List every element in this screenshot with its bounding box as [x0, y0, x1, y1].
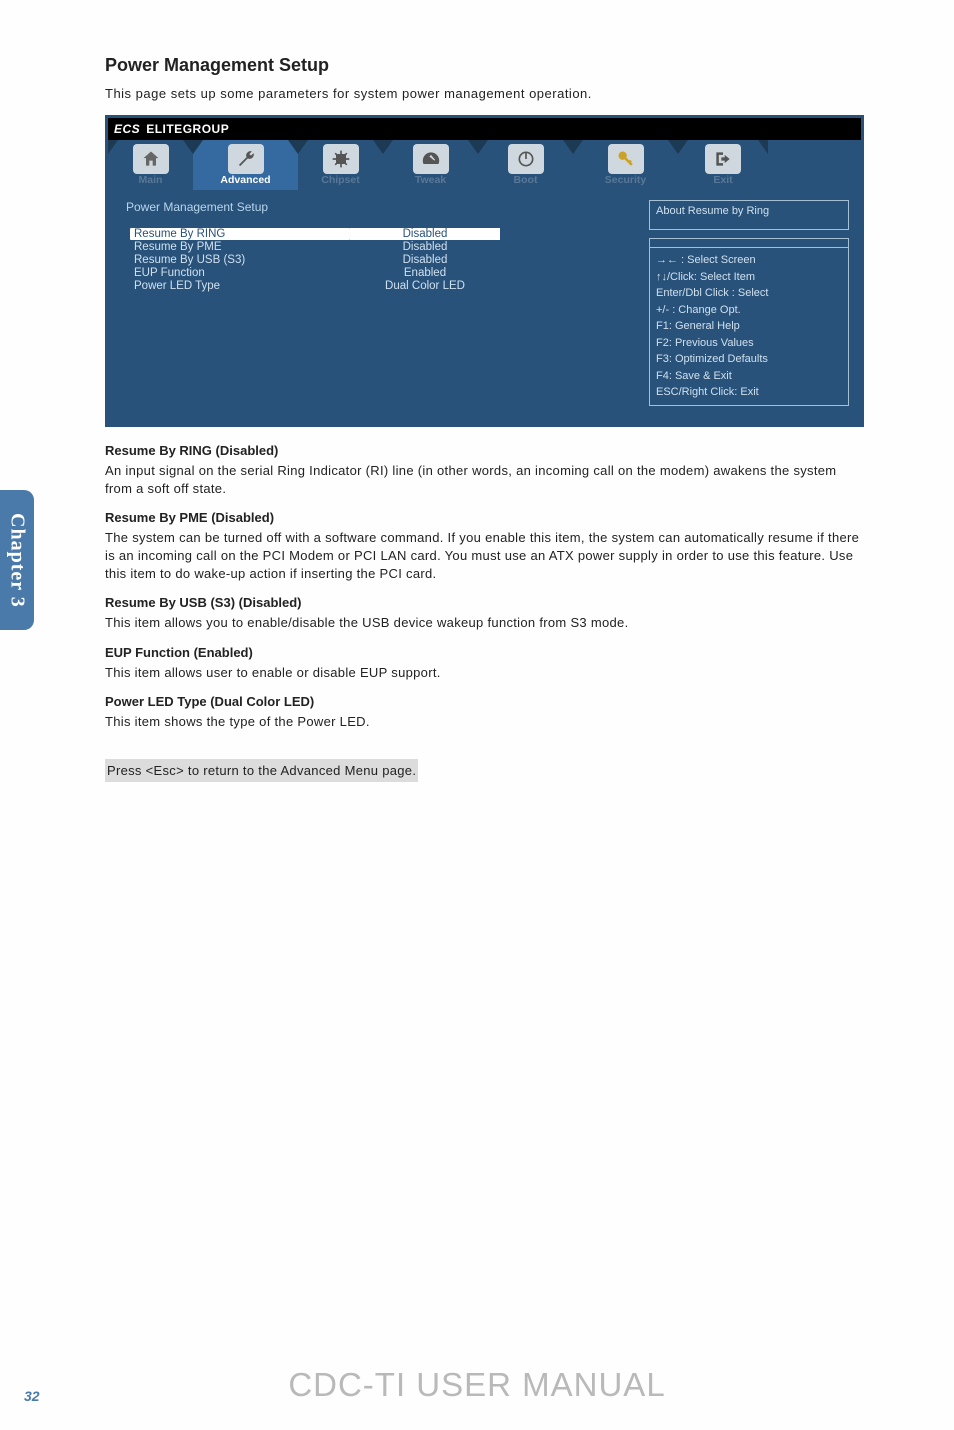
page-title: Power Management Setup — [105, 55, 864, 76]
chip-icon — [323, 144, 359, 174]
bios-screenshot: ECS ELITEGROUP Main Advanced — [105, 115, 864, 427]
bios-tab-bar: Main Advanced Chipset — [108, 140, 861, 190]
setting-label: EUP Function — [130, 267, 350, 279]
hint-line: Enter/Dbl Click : Select — [656, 285, 842, 302]
setting-resume-by-ring[interactable]: Resume By RING Disabled — [130, 228, 633, 240]
subhead-resume-usb: Resume By USB (S3) (Disabled) — [105, 595, 864, 610]
key-icon — [608, 144, 644, 174]
para: This item shows the type of the Power LE… — [105, 713, 864, 731]
setting-value: Disabled — [350, 241, 500, 253]
subhead-resume-ring: Resume By RING (Disabled) — [105, 443, 864, 458]
wrench-icon — [228, 144, 264, 174]
tab-main[interactable]: Main — [108, 140, 193, 190]
tab-security[interactable]: Security — [573, 140, 678, 190]
hint-line: →← : Select Screen — [656, 252, 842, 269]
setting-value: Dual Color LED — [350, 280, 500, 292]
setting-label: Resume By PME — [130, 241, 350, 253]
chapter-side-tab: Chapter 3 — [0, 490, 34, 630]
tab-exit[interactable]: Exit — [678, 140, 768, 190]
key-hints-box: →← : Select Screen ↑↓/Click: Select Item… — [649, 238, 849, 406]
home-icon — [133, 144, 169, 174]
help-about-box: About Resume by Ring — [649, 200, 849, 230]
setting-value: Enabled — [350, 267, 500, 279]
hint-line: F3: Optimized Defaults — [656, 351, 842, 368]
intro-text: This page sets up some parameters for sy… — [105, 86, 864, 101]
page-number: 32 — [24, 1388, 40, 1404]
hint-line: +/- : Change Opt. — [656, 302, 842, 319]
subhead-power-led: Power LED Type (Dual Color LED) — [105, 694, 864, 709]
exit-icon — [705, 144, 741, 174]
manual-title: CDC-TI USER MANUAL — [0, 1366, 954, 1404]
hint-line: F4: Save & Exit — [656, 368, 842, 385]
tab-boot[interactable]: Boot — [478, 140, 573, 190]
setting-label: Resume By RING — [130, 228, 350, 240]
setting-power-led-type[interactable]: Power LED Type Dual Color LED — [130, 280, 633, 292]
gauge-icon — [413, 144, 449, 174]
para: The system can be turned off with a soft… — [105, 529, 864, 584]
setting-eup-function[interactable]: EUP Function Enabled — [130, 267, 633, 279]
para: This item allows user to enable or disab… — [105, 664, 864, 682]
brand-logo-elitegroup: ELITEGROUP — [146, 122, 229, 136]
setting-resume-by-pme[interactable]: Resume By PME Disabled — [130, 241, 633, 253]
setting-resume-by-usb[interactable]: Resume By USB (S3) Disabled — [130, 254, 633, 266]
setting-value: Disabled — [350, 254, 500, 266]
tab-chipset[interactable]: Chipset — [298, 140, 383, 190]
power-icon — [508, 144, 544, 174]
tab-advanced[interactable]: Advanced — [193, 140, 298, 190]
tab-tweak[interactable]: Tweak — [383, 140, 478, 190]
para: An input signal on the serial Ring Indic… — [105, 462, 864, 498]
chapter-label: Chapter 3 — [6, 513, 29, 608]
hint-line: ↑↓/Click: Select Item — [656, 269, 842, 286]
brand-logo-ecs: ECS — [114, 122, 140, 136]
esc-note: Press <Esc> to return to the Advanced Me… — [105, 759, 418, 782]
hint-line: F1: General Help — [656, 318, 842, 335]
setting-label: Resume By USB (S3) — [130, 254, 350, 266]
setting-label: Power LED Type — [130, 280, 350, 292]
subhead-resume-pme: Resume By PME (Disabled) — [105, 510, 864, 525]
hint-line: F2: Previous Values — [656, 335, 842, 352]
bios-brand-bar: ECS ELITEGROUP — [108, 118, 861, 140]
setting-value: Disabled — [350, 228, 500, 240]
bios-section-title: Power Management Setup — [126, 200, 633, 214]
subhead-eup: EUP Function (Enabled) — [105, 645, 864, 660]
para: This item allows you to enable/disable t… — [105, 614, 864, 632]
hint-line: ESC/Right Click: Exit — [656, 384, 842, 401]
